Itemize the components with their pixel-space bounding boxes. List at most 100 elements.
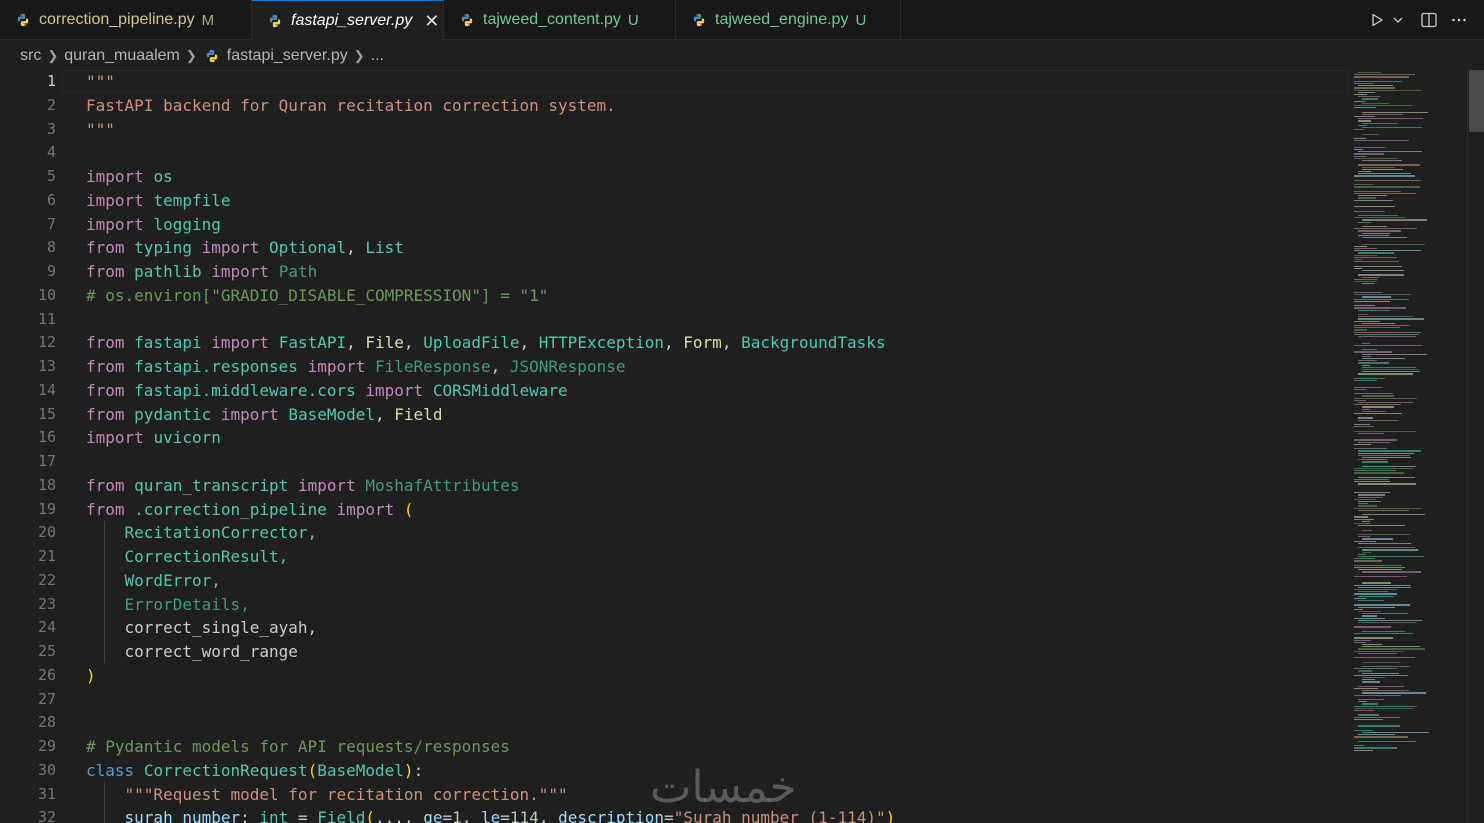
minimap-line — [1354, 333, 1419, 336]
tab-tajweed-engine[interactable]: tajweed_engine.py U — [676, 0, 901, 40]
minimap-line — [1362, 408, 1371, 410]
close-icon[interactable]: ✕ — [424, 12, 439, 30]
minimap-line — [1358, 360, 1377, 362]
minimap-line — [1354, 380, 1377, 382]
minimap-line — [1354, 430, 1417, 432]
minimap-line — [1354, 267, 1363, 270]
tab-tajweed-content[interactable]: tajweed_content.py U — [444, 0, 676, 40]
minimap-line — [1354, 694, 1401, 696]
minimap-line — [1358, 553, 1367, 556]
minimap[interactable] — [1354, 70, 1464, 823]
minimap-line — [1362, 615, 1377, 617]
line-number: 18 — [37, 475, 56, 494]
minimap-line — [1362, 243, 1426, 245]
minimap-line — [1358, 622, 1416, 624]
minimap-line — [1358, 600, 1384, 602]
line-number: 12 — [37, 333, 56, 352]
minimap-line — [1354, 186, 1420, 188]
code-content[interactable]: """ FastAPI backend for Quran recitation… — [86, 70, 1346, 823]
minimap-line — [1358, 417, 1374, 419]
minimap-line — [1354, 320, 1381, 322]
breadcrumb-src[interactable]: src — [20, 47, 41, 65]
minimap-line — [1362, 349, 1378, 351]
code-line: correct_single_ayah, — [124, 618, 318, 638]
minimap-line — [1358, 373, 1414, 375]
minimap-line — [1354, 470, 1396, 472]
minimap-line — [1354, 567, 1406, 569]
minimap-line — [1354, 674, 1409, 677]
minimap-line — [1354, 575, 1408, 578]
minimap-line — [1354, 604, 1411, 606]
watermark-logo: خمسات — [650, 762, 797, 813]
run-button[interactable] — [1366, 5, 1388, 35]
minimap-line — [1354, 327, 1400, 329]
minimap-line — [1354, 736, 1409, 738]
python-file-icon — [17, 13, 29, 27]
minimap-line — [1362, 613, 1408, 615]
python-file-icon — [693, 13, 705, 27]
breadcrumb-file[interactable]: fastapi_server.py — [227, 47, 348, 65]
minimap-line — [1354, 179, 1422, 182]
line-number: 5 — [46, 167, 56, 185]
minimap-line — [1354, 129, 1365, 131]
line-number: 16 — [37, 428, 56, 447]
split-editor-button[interactable] — [1414, 5, 1444, 35]
minimap-line — [1354, 107, 1377, 109]
line-number: 27 — [37, 689, 56, 708]
minimap-line — [1358, 230, 1402, 232]
tab-fastapi-server[interactable]: fastapi_server.py ✕ — [252, 0, 444, 40]
minimap-line — [1354, 404, 1402, 406]
line-number: 17 — [37, 452, 56, 470]
minimap-line — [1354, 83, 1373, 85]
minimap-line — [1354, 298, 1409, 300]
minimap-line — [1354, 507, 1422, 509]
minimap-line — [1362, 646, 1420, 648]
minimap-line — [1362, 692, 1427, 694]
minimap-line — [1354, 426, 1375, 428]
minimap-line — [1354, 399, 1366, 402]
minimap-line — [1362, 551, 1371, 553]
minimap-line — [1354, 281, 1378, 283]
minimap-line — [1362, 353, 1427, 355]
minimap-line — [1354, 265, 1403, 267]
minimap-line — [1358, 501, 1381, 503]
minimap-line — [1354, 190, 1402, 193]
line-number: 13 — [37, 357, 56, 375]
run-options-dropdown[interactable] — [1388, 5, 1408, 35]
minimap-line — [1358, 318, 1424, 320]
breadcrumb: src ❯ quran_muaalem ❯ fastapi_server.py … — [0, 41, 1484, 71]
minimap-line — [1362, 703, 1379, 705]
minimap-line — [1354, 153, 1384, 155]
code-line: from fastapi import FastAPI, File, Uploa… — [86, 333, 886, 353]
minimap-line — [1354, 74, 1415, 76]
tab-correction-pipeline[interactable]: correction_pipeline.py M — [0, 0, 252, 40]
breadcrumb-folder[interactable]: quran_muaalem — [64, 47, 180, 65]
minimap-line — [1354, 718, 1383, 721]
breadcrumb-symbol[interactable]: ... — [371, 47, 384, 65]
minimap-line — [1358, 441, 1391, 443]
line-number: 26 — [37, 665, 56, 684]
line-number-gutter: 1 2 3 4 5 6 7 8 9 10 11 12 13 14 15 16 17 18 19 20 21 22 23 24 2… — [0, 70, 56, 823]
vertical-scrollbar[interactable] — [1467, 70, 1484, 823]
minimap-line — [1354, 637, 1394, 639]
modified-badge: M — [201, 11, 215, 29]
minimap-line — [1358, 252, 1394, 254]
minimap-line — [1358, 670, 1373, 672]
minimap-line — [1358, 314, 1368, 316]
tab-label: fastapi_server.py — [291, 11, 413, 29]
minimap-line — [1358, 699, 1384, 701]
scrollbar-thumb[interactable] — [1469, 70, 1484, 132]
minimap-line — [1354, 329, 1368, 331]
code-editor[interactable]: 1 2 3 4 5 6 7 8 9 10 11 12 13 14 15 16 17 18 19 20 21 22 23 24 2… — [0, 70, 1484, 823]
minimap-line — [1354, 716, 1401, 718]
minimap-line — [1362, 666, 1410, 668]
more-actions-button[interactable] — [1444, 5, 1474, 35]
minimap-line — [1354, 193, 1417, 195]
minimap-line — [1358, 547, 1416, 549]
minimap-line — [1358, 72, 1381, 74]
line-number: 15 — [37, 404, 56, 423]
minimap-line — [1354, 100, 1365, 102]
minimap-line — [1354, 443, 1371, 446]
